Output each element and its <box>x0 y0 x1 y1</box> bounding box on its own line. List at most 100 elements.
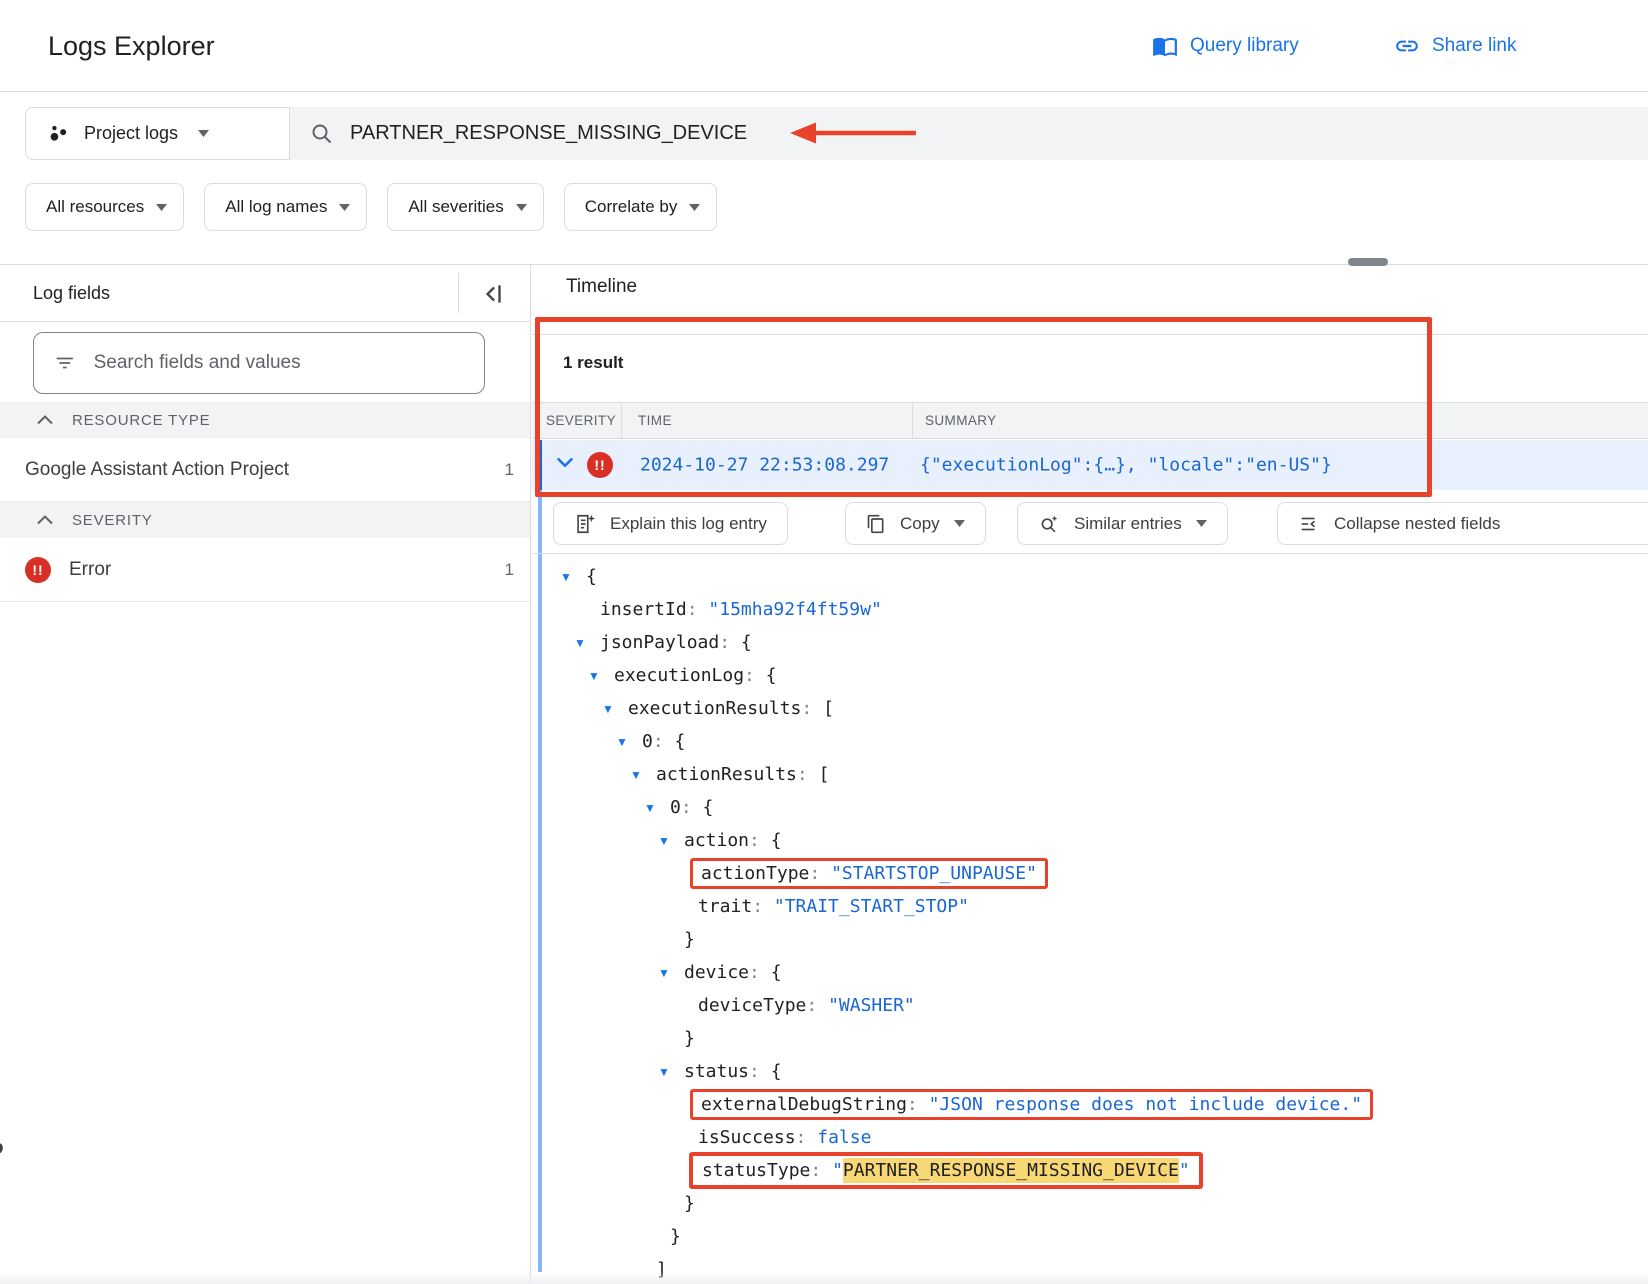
action-chip-label: Similar entries <box>1074 514 1182 534</box>
share-link-button[interactable]: Share link <box>1394 0 1517 92</box>
query-input[interactable]: PARTNER_RESPONSE_MISSING_DEVICE <box>290 107 1648 160</box>
json-key: action <box>684 830 749 851</box>
page-title: Logs Explorer <box>48 0 215 92</box>
json-line: externalDebugString: "JSON response does… <box>532 1088 1648 1121</box>
log-field-item-label: Error <box>69 559 111 581</box>
query-text: PARTNER_RESPONSE_MISSING_DEVICE <box>350 122 747 145</box>
filter-chip-all-resources[interactable]: All resources <box>25 183 184 231</box>
action-chip-copy[interactable]: Copy <box>845 502 986 545</box>
expand-arrow-icon[interactable]: ▼ <box>560 570 586 584</box>
log-scope-selector[interactable]: Project logs <box>25 107 290 160</box>
drag-handle[interactable] <box>1348 258 1388 266</box>
json-line: ▼jsonPayload: { <box>532 626 1648 659</box>
expand-arrow-icon[interactable]: ▼ <box>658 966 684 980</box>
log-field-item-google-assistant-action-project[interactable]: Google Assistant Action Project1 <box>0 438 530 502</box>
json-line: } <box>532 1187 1648 1220</box>
json-line: deviceType: "WASHER" <box>532 989 1648 1022</box>
action-chip-label: Explain this log entry <box>610 514 767 534</box>
log-fields-title: Log fields <box>33 265 110 322</box>
divider <box>458 273 459 313</box>
json-key: actionType <box>701 863 809 884</box>
expand-row-icon[interactable] <box>552 450 578 481</box>
annotation-box: actionType: "STARTSTOP_UNPAUSE" <box>690 858 1048 889</box>
expand-arrow-icon[interactable]: ▼ <box>574 636 600 650</box>
log-field-item-error[interactable]: !! Error 1 <box>0 538 530 602</box>
expand-arrow-icon[interactable]: ▼ <box>588 669 614 683</box>
logs-explorer-app: Logs Explorer Query library Share link P… <box>0 0 1648 1284</box>
chevron-up-icon <box>36 415 54 425</box>
chevron-down-icon <box>1196 520 1207 527</box>
log-fields-section-severity[interactable]: SEVERITY <box>0 502 530 538</box>
divider <box>532 334 1648 335</box>
json-line: } <box>532 1220 1648 1253</box>
query-library-button[interactable]: Query library <box>1152 0 1299 92</box>
copy-icon <box>866 514 886 534</box>
action-chip-collapse-nested-fields[interactable]: Collapse nested fields <box>1277 502 1648 545</box>
json-line: } <box>532 1022 1648 1055</box>
json-key: jsonPayload <box>600 632 719 653</box>
json-value: false <box>817 1127 871 1148</box>
log-entry-row[interactable]: !! 2024-10-27 22:53:08.297 {"executionLo… <box>532 440 1648 490</box>
chevron-down-icon <box>156 204 167 211</box>
collapse-panel-button[interactable] <box>468 265 518 322</box>
json-key: executionLog <box>614 665 744 686</box>
bottom-fade <box>0 1272 1648 1284</box>
expand-arrow-icon[interactable]: ▼ <box>616 735 642 749</box>
log-fields-section-resource-type[interactable]: RESOURCE TYPE <box>0 402 530 438</box>
log-entry-time: 2024-10-27 22:53:08.297 <box>640 455 889 476</box>
result-count: 1 result <box>563 353 623 373</box>
action-chip-explain-this-log-entry[interactable]: Explain this log entry <box>553 502 788 545</box>
selected-row-accent <box>538 440 542 490</box>
json-line: ▼action: { <box>532 824 1648 857</box>
json-line: ▼status: { <box>532 1055 1648 1088</box>
scope-label: Project logs <box>84 123 178 144</box>
json-line: actionType: "STARTSTOP_UNPAUSE" <box>532 857 1648 890</box>
explain-icon <box>574 513 596 535</box>
expand-arrow-icon[interactable]: ▼ <box>658 834 684 848</box>
filter-chip-label: Correlate by <box>585 197 678 217</box>
divider <box>621 403 622 438</box>
log-field-item-count: 1 <box>505 560 514 580</box>
expand-arrow-icon[interactable]: ▼ <box>644 801 670 815</box>
filter-chip-label: All resources <box>46 197 144 217</box>
json-line: ▼executionResults: [ <box>532 692 1648 725</box>
query-library-icon <box>1152 33 1178 59</box>
expand-arrow-icon[interactable]: ▼ <box>630 768 656 782</box>
json-key: 0 <box>670 797 681 818</box>
fields-search-input[interactable] <box>92 351 470 375</box>
expand-arrow-icon[interactable]: ▼ <box>658 1065 684 1079</box>
json-value: "STARTSTOP_UNPAUSE" <box>831 863 1037 884</box>
chevron-down-icon <box>954 520 965 527</box>
filter-chip-correlate-by[interactable]: Correlate by <box>564 183 718 231</box>
filter-chip-label: All log names <box>225 197 327 217</box>
clipped-glyph: P <box>0 1138 4 1167</box>
log-entry-summary: {"executionLog":{…}, "locale":"en-US"} <box>920 455 1332 476</box>
column-severity: SEVERITY <box>546 403 616 438</box>
filter-chip-all-severities[interactable]: All severities <box>387 183 543 231</box>
error-severity-icon: !! <box>587 452 613 478</box>
expand-arrow-icon[interactable]: ▼ <box>602 702 628 716</box>
json-line: statusType: "PARTNER_RESPONSE_MISSING_DE… <box>532 1154 1648 1187</box>
fields-search-box <box>33 332 485 394</box>
json-key: executionResults <box>628 698 801 719</box>
json-key: statusType <box>702 1160 810 1181</box>
chevron-down-icon <box>198 130 209 137</box>
json-line: ▼actionResults: [ <box>532 758 1648 791</box>
action-chip-similar-entries[interactable]: Similar entries <box>1017 502 1228 545</box>
filter-chip-all-log-names[interactable]: All log names <box>204 183 367 231</box>
json-key: 0 <box>642 731 653 752</box>
json-tree: ▼{insertId: "15mha92f4ft59w"▼jsonPayload… <box>532 560 1648 1284</box>
share-link-icon <box>1394 33 1420 59</box>
divider <box>912 403 913 438</box>
filter-icon <box>54 351 76 375</box>
json-value: "JSON response does not include device." <box>929 1094 1362 1115</box>
json-key: device <box>684 962 749 983</box>
timeline-title: Timeline <box>566 276 637 298</box>
json-key: deviceType <box>698 995 806 1016</box>
section-label: RESOURCE TYPE <box>72 412 211 429</box>
chevron-down-icon <box>516 204 527 211</box>
annotation-box: statusType: "PARTNER_RESPONSE_MISSING_DE… <box>689 1152 1203 1189</box>
error-severity-icon: !! <box>25 557 51 583</box>
json-line: ▼executionLog: { <box>532 659 1648 692</box>
log-field-item-label: Google Assistant Action Project <box>25 459 289 481</box>
